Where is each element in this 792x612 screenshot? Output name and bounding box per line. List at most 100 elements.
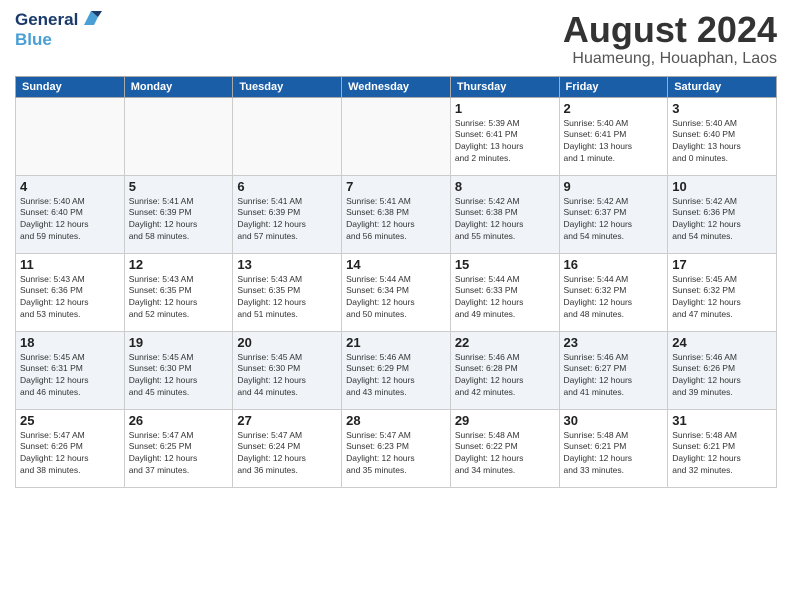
day-info: Sunrise: 5:46 AMSunset: 6:27 PMDaylight:…: [564, 352, 664, 400]
day-number: 26: [129, 413, 229, 428]
calendar-cell: 23 Sunrise: 5:46 AMSunset: 6:27 PMDayligh…: [559, 331, 668, 409]
day-info: Sunrise: 5:39 AMSunset: 6:41 PMDaylight:…: [455, 118, 555, 166]
day-number: 25: [20, 413, 120, 428]
day-number: 5: [129, 179, 229, 194]
day-number: 27: [237, 413, 337, 428]
day-info: Sunrise: 5:41 AMSunset: 6:39 PMDaylight:…: [237, 196, 337, 244]
day-number: 18: [20, 335, 120, 350]
day-info: Sunrise: 5:43 AMSunset: 6:35 PMDaylight:…: [129, 274, 229, 322]
day-info: Sunrise: 5:48 AMSunset: 6:22 PMDaylight:…: [455, 430, 555, 478]
title-area: August 2024 Huameung, Houaphan, Laos: [563, 10, 777, 68]
day-number: 7: [346, 179, 446, 194]
day-number: 3: [672, 101, 772, 116]
day-number: 8: [455, 179, 555, 194]
day-info: Sunrise: 5:45 AMSunset: 6:31 PMDaylight:…: [20, 352, 120, 400]
calendar-cell: 5 Sunrise: 5:41 AMSunset: 6:39 PMDaylight…: [124, 175, 233, 253]
day-number: 28: [346, 413, 446, 428]
day-number: 9: [564, 179, 664, 194]
day-info: Sunrise: 5:40 AMSunset: 6:41 PMDaylight:…: [564, 118, 664, 166]
day-number: 20: [237, 335, 337, 350]
calendar-cell: 10Sunrise: 5:42 AMSunset: 6:36 PMDayligh…: [668, 175, 777, 253]
day-info: Sunrise: 5:44 AMSunset: 6:34 PMDaylight:…: [346, 274, 446, 322]
calendar-cell: 18 Sunrise: 5:45 AMSunset: 6:31 PMDayligh…: [16, 331, 125, 409]
main-title: August 2024: [563, 10, 777, 50]
day-info: Sunrise: 5:42 AMSunset: 6:37 PMDaylight:…: [564, 196, 664, 244]
calendar-cell: 12 Sunrise: 5:43 AMSunset: 6:35 PMDayligh…: [124, 253, 233, 331]
calendar-cell: 21 Sunrise: 5:46 AMSunset: 6:29 PMDayligh…: [342, 331, 451, 409]
day-info: Sunrise: 5:44 AMSunset: 6:32 PMDaylight:…: [564, 274, 664, 322]
logo-blue-text: Blue: [15, 30, 52, 49]
calendar-cell: 13Sunrise: 5:43 AMSunset: 6:35 PMDayligh…: [233, 253, 342, 331]
calendar-week-2: 4 Sunrise: 5:40 AMSunset: 6:40 PMDaylight…: [16, 175, 777, 253]
calendar-cell: 19 Sunrise: 5:45 AMSunset: 6:30 PMDayligh…: [124, 331, 233, 409]
calendar-week-5: 25 Sunrise: 5:47 AMSunset: 6:26 PMDayligh…: [16, 409, 777, 487]
day-info: Sunrise: 5:48 AMSunset: 6:21 PMDaylight:…: [564, 430, 664, 478]
calendar-header-wednesday: Wednesday: [342, 76, 451, 97]
day-info: Sunrise: 5:40 AMSunset: 6:40 PMDaylight:…: [672, 118, 772, 166]
calendar-cell: [233, 97, 342, 175]
header: General Blue August 2024 Huameung, Houap…: [15, 10, 777, 68]
day-number: 12: [129, 257, 229, 272]
day-number: 2: [564, 101, 664, 116]
page: General Blue August 2024 Huameung, Houap…: [0, 0, 792, 612]
calendar-cell: 6 Sunrise: 5:41 AMSunset: 6:39 PMDaylight…: [233, 175, 342, 253]
logo-general: General: [15, 10, 78, 30]
calendar-cell: 22Sunrise: 5:46 AMSunset: 6:28 PMDayligh…: [450, 331, 559, 409]
day-info: Sunrise: 5:41 AMSunset: 6:39 PMDaylight:…: [129, 196, 229, 244]
day-info: Sunrise: 5:47 AMSunset: 6:24 PMDaylight:…: [237, 430, 337, 478]
day-info: Sunrise: 5:45 AMSunset: 6:32 PMDaylight:…: [672, 274, 772, 322]
day-number: 31: [672, 413, 772, 428]
calendar-header-thursday: Thursday: [450, 76, 559, 97]
day-info: Sunrise: 5:45 AMSunset: 6:30 PMDaylight:…: [237, 352, 337, 400]
calendar-week-3: 11Sunrise: 5:43 AMSunset: 6:36 PMDayligh…: [16, 253, 777, 331]
calendar-cell: 16Sunrise: 5:44 AMSunset: 6:32 PMDayligh…: [559, 253, 668, 331]
calendar-cell: [342, 97, 451, 175]
calendar-cell: 31 Sunrise: 5:48 AMSunset: 6:21 PMDayligh…: [668, 409, 777, 487]
calendar-week-4: 18 Sunrise: 5:45 AMSunset: 6:31 PMDayligh…: [16, 331, 777, 409]
calendar: SundayMondayTuesdayWednesdayThursdayFrid…: [15, 76, 777, 488]
day-number: 1: [455, 101, 555, 116]
calendar-cell: 30Sunrise: 5:48 AMSunset: 6:21 PMDayligh…: [559, 409, 668, 487]
calendar-cell: 2 Sunrise: 5:40 AMSunset: 6:41 PMDaylight…: [559, 97, 668, 175]
day-number: 14: [346, 257, 446, 272]
day-number: 19: [129, 335, 229, 350]
day-info: Sunrise: 5:40 AMSunset: 6:40 PMDaylight:…: [20, 196, 120, 244]
day-info: Sunrise: 5:48 AMSunset: 6:21 PMDaylight:…: [672, 430, 772, 478]
day-info: Sunrise: 5:46 AMSunset: 6:29 PMDaylight:…: [346, 352, 446, 400]
calendar-cell: 9 Sunrise: 5:42 AMSunset: 6:37 PMDaylight…: [559, 175, 668, 253]
day-number: 13: [237, 257, 337, 272]
calendar-cell: 26 Sunrise: 5:47 AMSunset: 6:25 PMDayligh…: [124, 409, 233, 487]
day-info: Sunrise: 5:44 AMSunset: 6:33 PMDaylight:…: [455, 274, 555, 322]
day-number: 29: [455, 413, 555, 428]
logo-line: General: [15, 10, 102, 30]
calendar-cell: 29 Sunrise: 5:48 AMSunset: 6:22 PMDayligh…: [450, 409, 559, 487]
calendar-header-tuesday: Tuesday: [233, 76, 342, 97]
day-number: 6: [237, 179, 337, 194]
calendar-header-row: SundayMondayTuesdayWednesdayThursdayFrid…: [16, 76, 777, 97]
day-number: 4: [20, 179, 120, 194]
calendar-cell: 8 Sunrise: 5:42 AMSunset: 6:38 PMDaylight…: [450, 175, 559, 253]
day-info: Sunrise: 5:46 AMSunset: 6:28 PMDaylight:…: [455, 352, 555, 400]
day-info: Sunrise: 5:41 AMSunset: 6:38 PMDaylight:…: [346, 196, 446, 244]
day-number: 23: [564, 335, 664, 350]
calendar-header-saturday: Saturday: [668, 76, 777, 97]
day-info: Sunrise: 5:47 AMSunset: 6:26 PMDaylight:…: [20, 430, 120, 478]
calendar-cell: 7 Sunrise: 5:41 AMSunset: 6:38 PMDaylight…: [342, 175, 451, 253]
calendar-cell: 4 Sunrise: 5:40 AMSunset: 6:40 PMDaylight…: [16, 175, 125, 253]
calendar-header-sunday: Sunday: [16, 76, 125, 97]
calendar-cell: [16, 97, 125, 175]
day-info: Sunrise: 5:45 AMSunset: 6:30 PMDaylight:…: [129, 352, 229, 400]
calendar-cell: 28Sunrise: 5:47 AMSunset: 6:23 PMDayligh…: [342, 409, 451, 487]
calendar-cell: [124, 97, 233, 175]
day-number: 24: [672, 335, 772, 350]
calendar-header-friday: Friday: [559, 76, 668, 97]
calendar-cell: 15Sunrise: 5:44 AMSunset: 6:33 PMDayligh…: [450, 253, 559, 331]
day-number: 21: [346, 335, 446, 350]
logo-blue-line: Blue: [15, 30, 52, 50]
logo: General Blue: [15, 10, 102, 50]
calendar-cell: 3 Sunrise: 5:40 AMSunset: 6:40 PMDaylight…: [668, 97, 777, 175]
day-info: Sunrise: 5:47 AMSunset: 6:25 PMDaylight:…: [129, 430, 229, 478]
calendar-cell: 27 Sunrise: 5:47 AMSunset: 6:24 PMDayligh…: [233, 409, 342, 487]
day-info: Sunrise: 5:42 AMSunset: 6:38 PMDaylight:…: [455, 196, 555, 244]
day-number: 17: [672, 257, 772, 272]
